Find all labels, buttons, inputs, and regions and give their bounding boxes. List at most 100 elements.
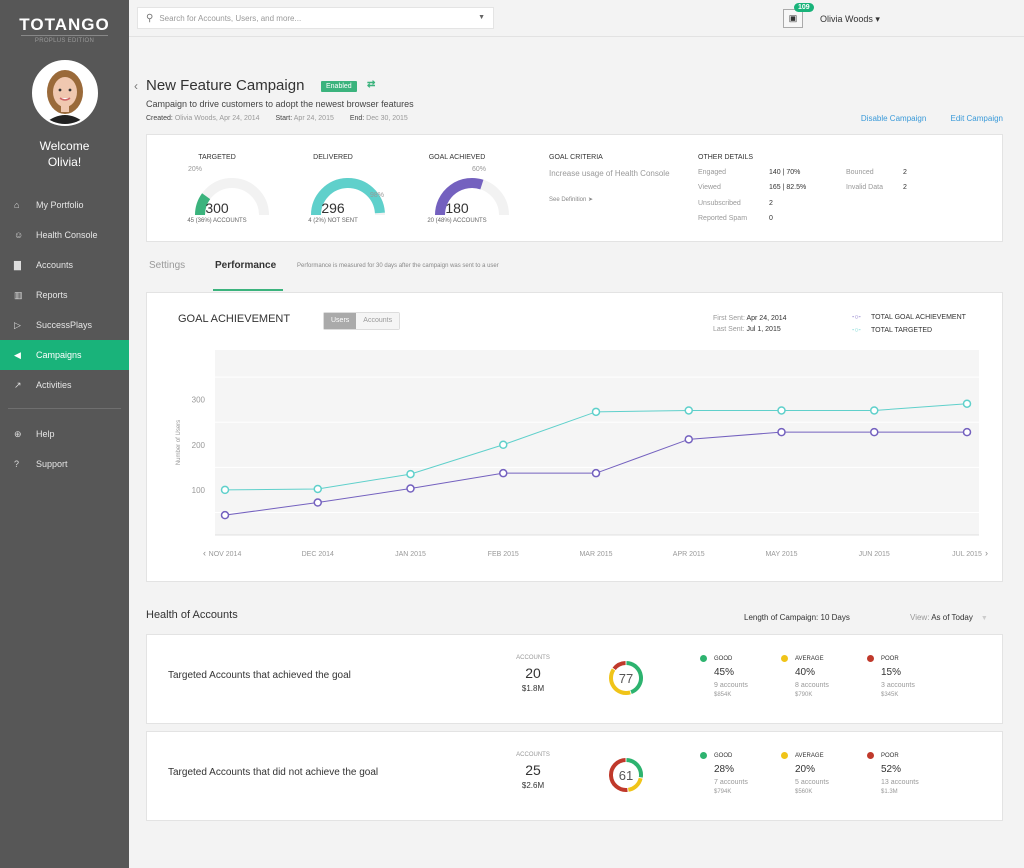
data-point[interactable]: [684, 435, 693, 444]
x-tick-label: JUN 2015: [859, 551, 890, 558]
user-menu[interactable]: Olivia Woods ▾: [820, 14, 880, 25]
sidebar-item-successplays[interactable]: ▷ SuccessPlays: [0, 310, 129, 340]
see-definition-link[interactable]: See Definition ➤: [549, 196, 593, 203]
users-accounts-toggle: Users Accounts: [323, 312, 401, 330]
data-point[interactable]: [499, 440, 508, 450]
segment-name: POOR: [881, 655, 899, 662]
end-label: End:: [349, 115, 365, 122]
segment-percent: 40%: [795, 667, 816, 678]
megaphone-icon: ◀: [14, 349, 21, 360]
segment-money: $790K: [795, 692, 813, 698]
welcome-line: Welcome: [39, 139, 90, 153]
sidebar-item-health-console[interactable]: ☺ Health Console: [0, 220, 129, 250]
lifebuoy-icon: ⊕: [14, 428, 22, 439]
health-score: 77: [619, 671, 633, 686]
sidebar-nav: ⌂ My Portfolio ☺ Health Console ▇ Accounts …: [0, 190, 129, 479]
data-point[interactable]: [313, 498, 322, 507]
accounts-label: ACCOUNTS: [516, 752, 550, 758]
gauge-title: GOAL ACHIEVED: [428, 154, 486, 161]
detail-value: 2: [903, 184, 907, 191]
health-row-label: Targeted Accounts that achieved the goal: [168, 670, 351, 681]
data-point[interactable]: [499, 468, 508, 478]
sidebar-item-accounts[interactable]: ▇ Accounts: [0, 250, 129, 280]
edit-campaign-link[interactable]: Edit Campaign: [951, 114, 1003, 123]
refresh-icon[interactable]: ⇄: [367, 79, 375, 90]
view-label: View:: [910, 613, 930, 622]
data-point[interactable]: [684, 406, 693, 415]
health-score-donut: 77: [609, 661, 643, 695]
campaign-description: Campaign to drive customers to adopt the…: [146, 99, 414, 109]
search-input[interactable]: ⚲ Search for Accounts, Users, and more..…: [137, 7, 494, 29]
segment-accounts: 9 accounts: [714, 682, 748, 689]
chart-prev-icon[interactable]: ‹: [203, 548, 206, 558]
data-point[interactable]: [591, 407, 601, 417]
notification-badge[interactable]: 109: [794, 3, 814, 12]
data-point[interactable]: [220, 510, 230, 520]
performance-note: Performance is measured for 30 days afte…: [297, 263, 499, 269]
data-point[interactable]: [406, 469, 415, 479]
segment-accounts: 8 accounts: [795, 682, 829, 689]
back-chevron-icon[interactable]: ‹: [134, 79, 138, 93]
tab-performance[interactable]: Performance: [215, 260, 276, 271]
segment-money: $345K: [881, 692, 899, 698]
chart-next-icon[interactable]: ›: [985, 548, 988, 558]
sidebar-item-my-portfolio[interactable]: ⌂ My Portfolio: [0, 190, 129, 220]
data-point[interactable]: [962, 399, 972, 408]
arrow-circle-icon: ➤: [588, 197, 594, 203]
chevron-down-icon[interactable]: ▼: [478, 14, 485, 21]
health-segment-poor: POOR 52% 13 accounts $1.3M: [867, 752, 961, 795]
data-point[interactable]: [870, 406, 879, 415]
smiley-icon: ☺: [14, 230, 24, 240]
bar-chart-icon: ▥: [14, 289, 23, 300]
data-point[interactable]: [777, 406, 786, 415]
health-segment-poor: POOR 15% 3 accounts $345K: [867, 655, 961, 698]
health-score-donut: 61: [609, 758, 643, 792]
data-point[interactable]: [406, 484, 415, 493]
play-icon: ▷: [14, 319, 21, 330]
health-score: 61: [619, 768, 633, 783]
detail-label: Bounced: [846, 169, 874, 176]
data-point[interactable]: [777, 427, 786, 437]
x-tick-label: JUL 2015: [952, 551, 982, 558]
legend-item[interactable]: -○- TOTAL TARGETED: [852, 324, 966, 337]
sidebar-item-activities[interactable]: ↗ Activities: [0, 370, 129, 400]
page-title: New Feature Campaign: [146, 77, 305, 94]
detail-value: 0: [769, 215, 773, 222]
segment-percent: 52%: [881, 764, 902, 775]
segment-percent: 45%: [714, 667, 735, 678]
search-placeholder: Search for Accounts, Users, and more...: [159, 13, 302, 23]
tab-settings[interactable]: Settings: [149, 260, 185, 271]
sidebar-item-campaigns[interactable]: ◀ Campaigns: [0, 340, 129, 370]
detail-value: 2: [903, 169, 907, 176]
x-tick-label: MAR 2015: [579, 551, 612, 558]
sidebar-item-label: Support: [36, 459, 68, 469]
sent-dates: First Sent: Apr 24, 2014 Last Sent: Jul …: [713, 313, 787, 335]
sidebar-item-reports[interactable]: ▥ Reports: [0, 280, 129, 310]
data-point[interactable]: [313, 484, 322, 494]
toggle-accounts[interactable]: Accounts: [356, 313, 400, 329]
toggle-users[interactable]: Users: [324, 313, 357, 329]
legend-item[interactable]: -○- TOTAL GOAL ACHIEVEMENT: [852, 311, 966, 324]
data-point[interactable]: [591, 468, 601, 478]
health-segment-average: AVERAGE 20% 5 accounts $560K: [781, 752, 875, 795]
avatar[interactable]: [32, 60, 98, 126]
see-definition-label: See Definition: [549, 197, 587, 203]
gauge-title: TARGETED: [198, 154, 236, 161]
data-point[interactable]: [870, 427, 879, 437]
disable-campaign-link[interactable]: Disable Campaign: [861, 114, 926, 123]
inbox-icon: ▣: [788, 13, 798, 23]
segment-name: GOOD: [714, 655, 733, 662]
legend-label: TOTAL TARGETED: [871, 327, 933, 334]
start-value: Apr 24, 2015: [293, 115, 334, 122]
stats-card: TARGETED 20% 300 45 (36%) ACCOUNTS DELIV…: [146, 134, 1003, 242]
campaign-actions: Disable Campaign Edit Campaign: [839, 114, 1003, 123]
sidebar-item-support[interactable]: ? Support: [0, 449, 129, 479]
goal-criteria-text: Increase usage of Health Console: [549, 169, 670, 178]
logo[interactable]: TOTANGO: [0, 15, 129, 35]
health-title: Health of Accounts: [146, 609, 238, 621]
data-point[interactable]: [220, 485, 230, 495]
segment-money: $1.3M: [881, 789, 898, 795]
data-point[interactable]: [962, 427, 972, 437]
view-select[interactable]: View: As of Today ▼: [910, 613, 988, 622]
sidebar-item-help[interactable]: ⊕ Help: [0, 419, 129, 449]
